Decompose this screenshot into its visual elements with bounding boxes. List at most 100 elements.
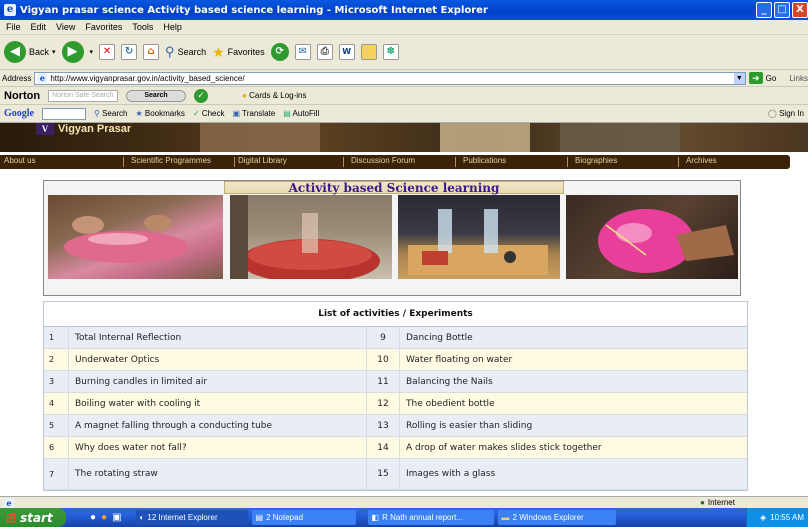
close-button[interactable]: X xyxy=(792,2,808,18)
activity-link[interactable]: A magnet falling through a conducting tu… xyxy=(69,415,367,436)
history-button[interactable]: ⟳ xyxy=(270,43,289,61)
nav-discussion-forum[interactable]: Discussion Forum xyxy=(351,156,415,165)
print-button[interactable]: ⎙ xyxy=(316,44,333,60)
activity-header-image: Activity based Science learning xyxy=(43,180,741,296)
start-label: start xyxy=(20,510,53,525)
network-icon[interactable]: ◈ xyxy=(760,513,766,522)
table-row: 6 Why does water not fall? 14 A drop of … xyxy=(44,437,747,459)
google-check-button[interactable]: ✓ Check xyxy=(193,109,225,118)
activity-link[interactable]: Why does water not fall? xyxy=(69,437,367,458)
title-bar: e Vigyan prasar science Activity based s… xyxy=(0,0,808,20)
menu-file[interactable]: File xyxy=(6,22,21,32)
status-bar: e ● Internet xyxy=(0,496,808,508)
mail-button[interactable]: ✉ xyxy=(294,44,311,60)
search-label: Search xyxy=(177,47,207,57)
taskbar-item-notepad[interactable]: ▤ 2 Notepad xyxy=(251,510,356,525)
chevron-down-icon: ▾ xyxy=(52,49,56,56)
home-button[interactable]: ⌂ xyxy=(143,44,160,60)
task-label: 12 Internet Explorer xyxy=(147,513,218,522)
nav-separator xyxy=(678,157,679,167)
taskbar-item-windows-explorer[interactable]: ▬ 2 Windows Explorer xyxy=(497,510,616,525)
header-title: Activity based Science learning xyxy=(224,181,564,195)
nav-publications[interactable]: Publications xyxy=(463,156,506,165)
go-arrow-icon[interactable]: ➜ xyxy=(748,72,763,84)
search-button[interactable]: ⚲ Search xyxy=(165,44,206,60)
activity-link[interactable]: The rotating straw xyxy=(69,459,367,489)
ie-launch-icon[interactable]: ● xyxy=(90,512,96,523)
security-zone: ● Internet xyxy=(700,498,735,507)
refresh-button[interactable]: ↻ xyxy=(121,44,138,60)
activity-link[interactable]: Boiling water with cooling it xyxy=(69,393,367,414)
site-navbar: About us Scientific Programmes Digital L… xyxy=(0,155,790,169)
star-icon: ★ xyxy=(135,109,143,118)
word-icon[interactable]: W xyxy=(338,44,355,60)
site-logo[interactable]: V Vigyan Prasar xyxy=(36,123,131,135)
activity-link[interactable]: Water floating on water xyxy=(400,349,747,370)
norton-check-icon[interactable]: ✓ xyxy=(194,88,209,103)
go-button[interactable]: Go xyxy=(766,74,777,83)
site-brand-name: Vigyan Prasar xyxy=(58,123,132,135)
media-launch-icon[interactable]: ● xyxy=(101,512,107,523)
activity-link[interactable]: A drop of water makes slides stick toget… xyxy=(400,437,747,458)
signin-label: Sign In xyxy=(779,109,804,118)
activity-link[interactable]: Total Internal Reflection xyxy=(69,327,367,348)
activity-link[interactable]: Rolling is easier than sliding xyxy=(400,415,747,436)
forward-button[interactable]: ▶ xyxy=(61,41,84,63)
google-autofill-button[interactable]: ▤ AutoFill xyxy=(283,109,319,118)
google-translate-button[interactable]: ▣ Translate xyxy=(233,109,276,118)
autofill-label: AutoFill xyxy=(292,109,320,118)
menu-help[interactable]: Help xyxy=(163,22,182,32)
address-dropdown-icon[interactable]: ▼ xyxy=(733,72,745,84)
messenger-icon[interactable]: ✽ xyxy=(382,44,399,60)
row-number: 7 xyxy=(44,459,69,489)
nav-about-us[interactable]: About us xyxy=(4,156,36,165)
activity-link[interactable]: Images with a glass xyxy=(400,459,747,489)
spellcheck-icon: ✓ xyxy=(192,109,200,118)
activity-link[interactable]: Underwater Optics xyxy=(69,349,367,370)
row-number: 15 xyxy=(367,459,400,489)
translate-icon: ▣ xyxy=(232,109,241,118)
page-content: V Vigyan Prasar About us Scientific Prog… xyxy=(0,123,808,496)
address-input[interactable]: e http://www.vigyanprasar.gov.in/activit… xyxy=(34,71,746,85)
menu-edit[interactable]: Edit xyxy=(31,22,47,32)
clock[interactable]: 10:55 AM xyxy=(770,513,804,522)
system-tray: ◈ 10:55 AM xyxy=(746,508,808,527)
norton-search-button[interactable]: Search xyxy=(126,89,187,102)
nav-archives[interactable]: Archives xyxy=(686,156,717,165)
stop-button[interactable]: ✕ xyxy=(99,44,116,60)
google-search-button[interactable]: ⚲ Search xyxy=(94,109,127,118)
activity-link[interactable]: Dancing Bottle xyxy=(400,327,747,348)
menu-view[interactable]: View xyxy=(56,22,75,32)
row-number: 14 xyxy=(367,437,400,458)
menu-favorites[interactable]: Favorites xyxy=(85,22,122,32)
minimize-button[interactable]: _ xyxy=(756,2,772,18)
address-label: Address xyxy=(2,73,32,83)
activity-link[interactable]: The obedient bottle xyxy=(400,393,747,414)
table-row: 3 Burning candles in limited air 11 Bala… xyxy=(44,371,747,393)
menu-tools[interactable]: Tools xyxy=(132,22,153,32)
activity-link[interactable]: Balancing the Nails xyxy=(400,371,747,392)
page-icon: e xyxy=(37,73,48,83)
task-label: 2 Notepad xyxy=(266,513,304,522)
nav-biographies[interactable]: Biographies xyxy=(575,156,617,165)
windows-taskbar: ⊞ start ● ● ▣ ◐ 12 Internet Explorer ▤ 2 N… xyxy=(0,508,808,527)
links-button[interactable]: Links xyxy=(789,74,808,83)
back-button[interactable]: ◀ Back ▾ xyxy=(4,41,56,63)
favorites-button[interactable]: ★ Favorites xyxy=(212,44,265,61)
taskbar-item-internet-explorer[interactable]: ◐ 12 Internet Explorer xyxy=(135,510,248,525)
cards-logins-button[interactable]: ● Cards & Log-ins xyxy=(242,91,306,100)
google-signin-button[interactable]: ◯ Sign In xyxy=(768,109,808,118)
google-search-icon: ⚲ xyxy=(94,109,100,118)
start-button[interactable]: ⊞ start xyxy=(0,508,66,527)
nav-scientific-programmes[interactable]: Scientific Programmes xyxy=(131,156,211,165)
nav-digital-library[interactable]: Digital Library xyxy=(238,156,287,165)
ie-icon: ◐ xyxy=(139,513,145,522)
folder-icon[interactable] xyxy=(360,44,377,60)
maximize-button[interactable]: □ xyxy=(774,2,790,18)
desktop-launch-icon[interactable]: ▣ xyxy=(112,512,121,523)
norton-search-input[interactable]: Norton Safe Search xyxy=(48,89,119,102)
google-search-input[interactable] xyxy=(42,107,86,120)
taskbar-item-annual-report[interactable]: ◧ R Nath annual report... xyxy=(367,510,494,525)
activity-link[interactable]: Burning candles in limited air xyxy=(69,371,367,392)
google-bookmarks-button[interactable]: ★ Bookmarks xyxy=(135,109,184,118)
